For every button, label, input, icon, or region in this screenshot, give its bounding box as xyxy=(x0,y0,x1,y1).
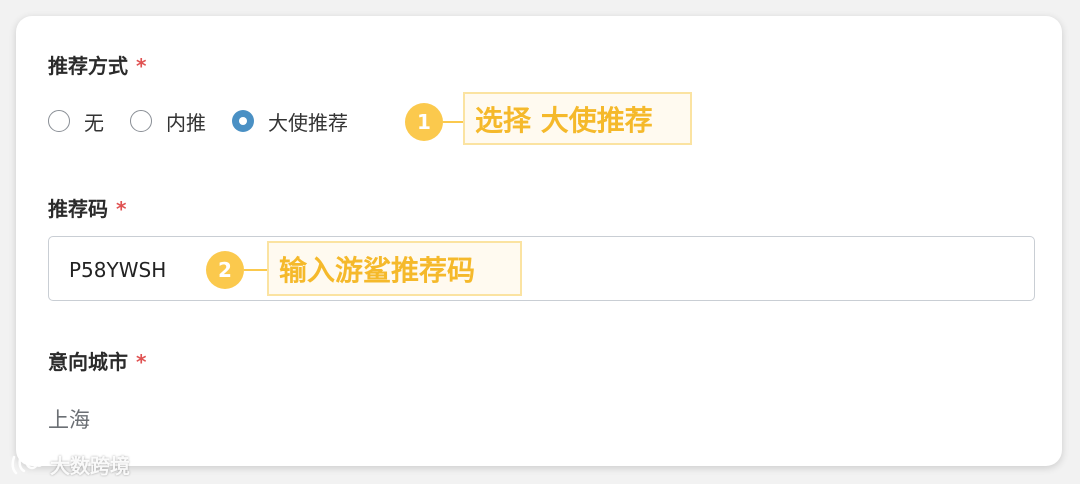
referral-code-label: 推荐码 * xyxy=(48,197,127,221)
watermark-text: 大数跨境 xyxy=(50,454,130,478)
radio-option-internal[interactable]: 内推 xyxy=(130,107,206,136)
required-mark: * xyxy=(136,350,147,374)
annotation-connector-1 xyxy=(443,121,465,123)
annotation-connector-2 xyxy=(244,269,268,271)
annotation-badge-1: 1 xyxy=(405,103,443,141)
referral-code-input[interactable]: P58YWSH xyxy=(48,236,1035,301)
required-mark: * xyxy=(116,197,127,221)
radio-button[interactable] xyxy=(130,110,152,132)
annotation-badge-2: 2 xyxy=(206,251,244,289)
radio-label: 内推 xyxy=(166,110,206,135)
referral-method-radio-group: 无 内推 大使推荐 xyxy=(48,106,374,136)
watermark: 大数跨境 xyxy=(10,450,130,479)
radio-button-selected[interactable] xyxy=(232,110,254,132)
annotation-callout-2: 输入游鲨推荐码 xyxy=(267,241,522,296)
radio-option-none[interactable]: 无 xyxy=(48,107,104,136)
radio-label: 大使推荐 xyxy=(268,110,348,135)
radio-button[interactable] xyxy=(48,110,70,132)
city-value: 上海 xyxy=(48,408,90,432)
radio-option-ambassador[interactable]: 大使推荐 xyxy=(232,107,348,136)
required-mark: * xyxy=(136,54,147,78)
annotation-callout-1: 选择 大使推荐 xyxy=(463,92,692,145)
city-label: 意向城市 * xyxy=(48,350,147,374)
radio-label: 无 xyxy=(84,110,104,135)
watermark-logo-icon xyxy=(11,455,43,474)
referral-code-value: P58YWSH xyxy=(69,258,167,282)
referral-method-label: 推荐方式 * xyxy=(48,54,147,78)
